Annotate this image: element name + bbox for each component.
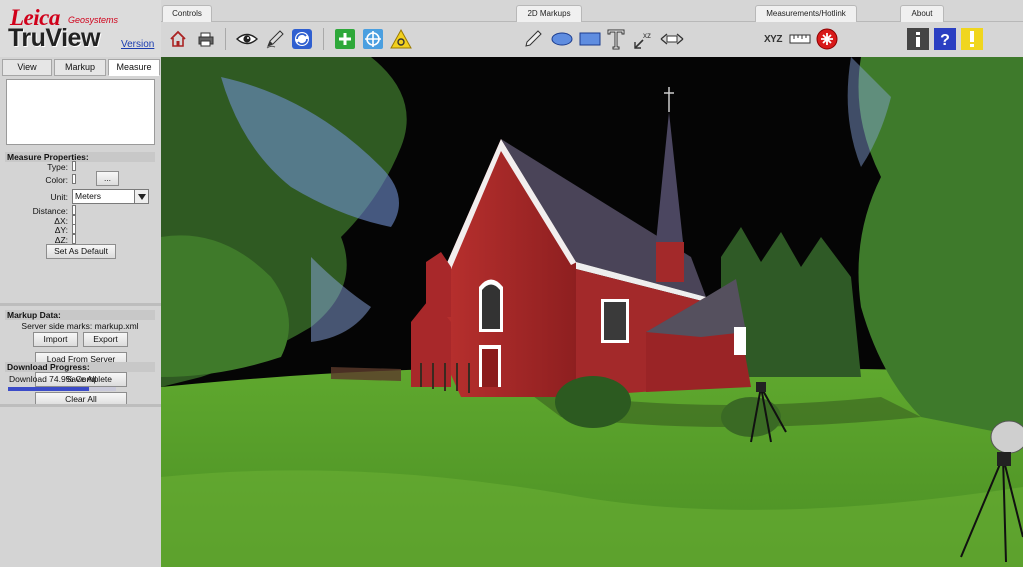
truview-logo: Leica Geosystems TruView Version [0,0,161,57]
svg-text:xz: xz [643,31,651,40]
section-divider [0,404,161,407]
toolbar-separator [225,28,226,50]
server-marks-text: Server side marks: markup.xml [21,321,139,331]
pan-button[interactable] [361,27,385,51]
eye-icon [236,33,258,45]
unit-select[interactable]: Meters [72,189,149,204]
version-link[interactable]: Version [121,39,154,50]
pen-icon [266,30,284,49]
tab-about[interactable]: About [900,5,944,22]
color-picker-button[interactable]: ... [96,171,119,186]
toolbar-separator [323,28,324,50]
measure-ruler-button[interactable] [788,27,812,51]
pencil-icon [525,30,542,47]
type-label: Type: [47,162,68,172]
download-progress-fill [8,387,89,391]
markup-data-title: Markup Data: [5,310,155,320]
info-button[interactable] [906,27,930,51]
measure-properties-title: Measure Properties: [5,152,155,162]
home-icon [170,30,186,47]
plus-icon [335,29,355,49]
tab-view[interactable]: View [2,59,52,76]
chevron-down-icon [134,190,148,203]
tab-2d-markups[interactable]: 2D Markups [516,5,582,22]
import-button[interactable]: Import [33,332,78,347]
markup-pencil-button[interactable] [521,27,545,51]
markup-text-button[interactable] [604,27,628,51]
measurement-list[interactable] [6,79,155,145]
tab-measurements-hotlink[interactable]: Measurements/Hotlink [755,5,857,22]
delta-y-label: ΔY: [54,225,68,235]
markup-leader-button[interactable]: xz [632,27,656,51]
panorama-view[interactable] [161,57,1023,567]
panel-tabs: View Markup Measure [0,59,161,76]
navigate-button[interactable] [290,27,314,51]
home-button[interactable] [166,27,190,51]
church-panorama-image [161,57,1023,567]
color-label: Color: [45,175,68,185]
product-name: TruView [8,24,100,52]
view-toggle-button[interactable] [235,27,259,51]
toolbar-divider [161,21,1023,22]
leader-arrow-icon: xz [634,31,651,49]
rotate-icon [292,29,312,49]
tab-measure[interactable]: Measure [108,59,160,76]
ruler-icon [789,34,811,44]
xyz-label: XYZ [764,33,782,45]
download-progress-title: Download Progress: [5,362,155,372]
text-tool-icon [607,29,625,50]
markup-dimension-button[interactable] [660,27,684,51]
zoom-in-button[interactable] [333,27,357,51]
svg-text:?: ? [940,32,950,49]
delta-y-value [72,224,76,234]
distance-value [72,205,76,215]
download-status: Download 74.9% Complete [9,374,113,384]
ellipse-icon [551,32,573,46]
export-button[interactable]: Export [83,332,128,347]
warning-icon [390,28,412,49]
unit-label: Unit: [50,192,68,202]
help-icon: ? [934,28,956,50]
app-header: Leica Geosystems TruView Version Control… [0,0,1023,57]
warning-button[interactable] [389,27,413,51]
dimension-icon [660,33,684,45]
markup-rectangle-button[interactable] [578,27,602,51]
alert-button[interactable] [960,27,984,51]
exclamation-icon [961,28,983,50]
set-as-default-button[interactable]: Set As Default [46,244,116,259]
hotlink-icon [816,28,838,50]
print-button[interactable] [194,27,218,51]
side-panel: View Markup Measure Measure Properties: … [0,57,161,567]
download-progress-bar [8,387,116,391]
tab-markup[interactable]: Markup [54,59,106,76]
move-icon [363,29,383,49]
section-divider [0,303,161,306]
color-swatch [72,174,76,184]
info-icon [907,28,929,50]
delta-z-value [72,234,76,244]
markup-pen-button[interactable] [263,27,287,51]
printer-icon [198,32,214,47]
help-button[interactable]: ? [933,27,957,51]
toolbar: Controls 2D Markups Measurements/Hotlink… [161,0,1023,57]
rectangle-icon [579,32,601,46]
distance-label: Distance: [32,206,68,216]
xyz-button[interactable]: XYZ [761,27,785,51]
markup-ellipse-button[interactable] [550,27,574,51]
hotlink-button[interactable] [815,27,839,51]
tab-controls[interactable]: Controls [162,5,212,22]
type-value [72,161,76,171]
unit-value: Meters [75,191,101,201]
